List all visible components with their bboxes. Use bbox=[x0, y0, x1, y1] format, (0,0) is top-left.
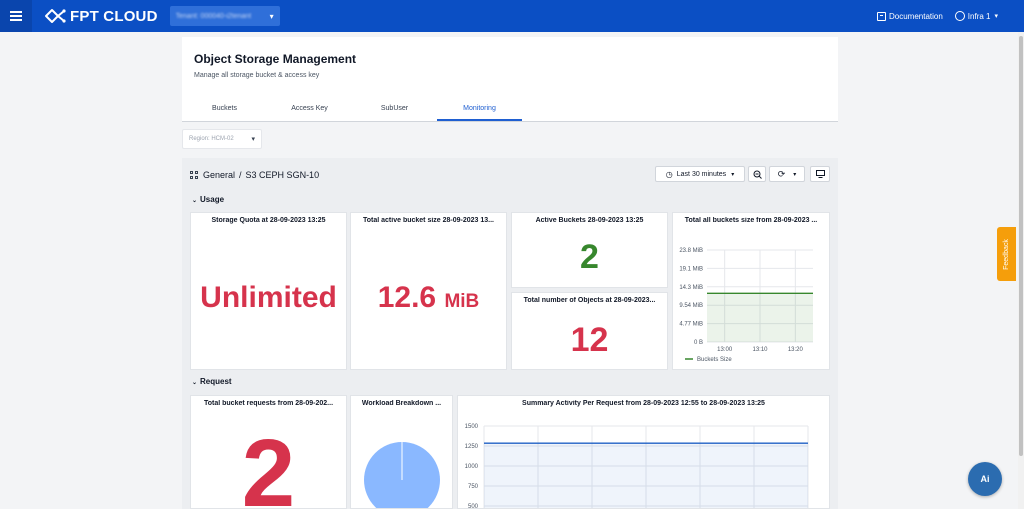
storage-quota-value: Unlimited bbox=[200, 281, 337, 314]
usage-section-label: Usage bbox=[200, 195, 225, 204]
bucket-requests-value: 2 bbox=[241, 420, 296, 509]
summary-activity-chart: 1500 1250 1000 750 500 bbox=[465, 424, 809, 509]
chevron-down-icon: ▾ bbox=[994, 13, 998, 20]
y-tick-label: 1000 bbox=[465, 464, 479, 470]
zoom-out-icon bbox=[753, 170, 762, 179]
scrollbar-thumb[interactable] bbox=[1019, 36, 1023, 456]
panel-title: Total number of Objects at 28-09-2023... bbox=[523, 297, 656, 304]
y-tick-label: 14.3 MiB bbox=[679, 285, 703, 291]
fpt-cloud-logo-icon bbox=[45, 9, 66, 23]
breadcrumb-separator: / bbox=[239, 170, 242, 180]
active-bucket-size-unit: MiB bbox=[444, 291, 480, 312]
page-scrollbar[interactable] bbox=[1018, 32, 1024, 509]
request-section-label: Request bbox=[200, 377, 232, 386]
series-area bbox=[484, 443, 808, 508]
panel-title: Active Buckets 28-09-2023 13:25 bbox=[535, 217, 644, 224]
brand-name: FPT CLOUD bbox=[70, 7, 158, 25]
active-buckets-panel[interactable]: Active Buckets 28-09-2023 13:25 2 bbox=[511, 212, 668, 288]
summary-activity-panel[interactable]: Summary Activity Per Request from 28-09-… bbox=[457, 395, 830, 509]
tv-mode-button[interactable] bbox=[810, 166, 830, 182]
clock-icon: ◷ bbox=[665, 169, 673, 179]
chevron-down-icon: ▾ bbox=[793, 171, 797, 178]
panel-title: Total active bucket size 28-09-2023 13..… bbox=[363, 217, 494, 224]
time-range-picker[interactable]: ◷ Last 30 minutes ▾ bbox=[655, 166, 745, 182]
y-tick-label: 9.54 MiB bbox=[679, 303, 703, 309]
y-tick-label: 23.8 MiB bbox=[679, 248, 703, 254]
page-title: Object Storage Management bbox=[194, 52, 357, 66]
active-bucket-size-panel[interactable]: Total active bucket size 28-09-2023 13..… bbox=[350, 212, 507, 370]
series-area bbox=[707, 293, 813, 342]
refresh-icon: ⟳ bbox=[777, 168, 786, 179]
monitor-icon bbox=[815, 170, 825, 178]
chevron-down-icon: ⌄ bbox=[192, 198, 198, 204]
region-select[interactable]: Region: HCM-02 ▾ bbox=[182, 129, 262, 149]
tenant-selector[interactable]: Tenant: 000040-i2tenant ▾ bbox=[169, 6, 280, 26]
chevron-down-icon: ▾ bbox=[731, 171, 735, 178]
chevron-down-icon: ▾ bbox=[251, 136, 255, 143]
bucket-size-chart: 23.8 MiB 19.1 MiB 14.3 MiB 9.54 MiB 4.77 MiB… bbox=[679, 248, 813, 363]
workload-pie-chart: 100% bbox=[364, 442, 440, 508]
zoom-out-button[interactable] bbox=[748, 166, 766, 182]
bucket-size-chart-panel[interactable]: Total all buckets size from 28-09-2023 .… bbox=[672, 212, 830, 370]
documentation-label: Documentation bbox=[888, 11, 943, 21]
user-account-icon bbox=[954, 11, 965, 21]
total-objects-value: 12 bbox=[570, 321, 609, 359]
bucket-requests-panel[interactable]: Total bucket requests from 28-09-202... … bbox=[190, 395, 347, 509]
document-icon bbox=[876, 11, 886, 21]
user-name: Infra 1 bbox=[967, 11, 991, 21]
region-value: Region: HCM-02 bbox=[189, 136, 234, 142]
panel-title: Storage Quota at 28-09-2023 13:25 bbox=[211, 217, 326, 224]
feedback-label: Feedback bbox=[1003, 238, 1010, 270]
page-header-card: Object Storage Management Manage all sto… bbox=[182, 37, 838, 122]
feedback-tab[interactable]: Feedback bbox=[997, 227, 1016, 281]
active-bucket-size-stat: 12.6 MiB bbox=[351, 281, 506, 315]
tab-monitoring[interactable]: Monitoring bbox=[437, 97, 522, 121]
y-tick-label: 1500 bbox=[465, 424, 479, 430]
refresh-button[interactable]: ⟳ ▾ bbox=[769, 166, 805, 182]
legend-label: Buckets Size bbox=[697, 357, 732, 363]
time-range-value: Last 30 minutes bbox=[676, 170, 727, 178]
user-menu[interactable]: Infra 1 ▾ bbox=[954, 11, 998, 21]
active-bucket-size-value: 12.6 bbox=[377, 281, 437, 314]
brand-logo[interactable]: FPT CLOUD bbox=[44, 8, 158, 25]
y-tick-label: 19.1 MiB bbox=[679, 266, 703, 272]
topbar-actions: Documentation Infra 1 ▾ bbox=[865, 0, 998, 32]
workload-breakdown-panel[interactable]: Workload Breakdown ... 100% bbox=[350, 395, 453, 509]
y-tick-label: 4.77 MiB bbox=[679, 322, 703, 328]
tenant-value: Tenant: 000040-i2tenant bbox=[175, 12, 252, 20]
y-tick-label: 750 bbox=[468, 484, 479, 490]
storage-quota-panel[interactable]: Storage Quota at 28-09-2023 13:25 Unlimi… bbox=[190, 212, 347, 370]
panel-title: Total bucket requests from 28-09-202... bbox=[203, 400, 334, 407]
x-tick-label: 13:20 bbox=[788, 347, 804, 353]
page-subtitle: Manage all storage bucket & access key bbox=[194, 72, 320, 79]
tab-buckets[interactable]: Buckets bbox=[182, 97, 267, 121]
top-navigation-bar: FPT CLOUD Tenant: 000040-i2tenant ▾ Docu… bbox=[0, 0, 1024, 32]
hamburger-menu-button[interactable] bbox=[0, 0, 32, 32]
active-buckets-value: 2 bbox=[580, 238, 599, 276]
y-tick-label: 1250 bbox=[465, 444, 479, 450]
monitoring-dashboard: General / S3 CEPH SGN-10 ◷ Last 30 minut… bbox=[182, 158, 838, 509]
y-tick-label: 500 bbox=[468, 504, 479, 509]
dashboard-grid-icon bbox=[190, 171, 198, 179]
dashboard-breadcrumb: General / S3 CEPH SGN-10 bbox=[190, 170, 319, 180]
documentation-link[interactable]: Documentation bbox=[876, 11, 943, 21]
total-objects-panel[interactable]: Total number of Objects at 28-09-2023...… bbox=[511, 292, 668, 370]
tab-subuser[interactable]: SubUser bbox=[352, 97, 437, 121]
tabs-divider bbox=[182, 121, 838, 122]
x-tick-label: 13:10 bbox=[752, 347, 768, 353]
chevron-down-icon: ⌄ bbox=[192, 380, 198, 386]
y-tick-label: 0 B bbox=[694, 340, 703, 346]
request-section-header[interactable]: ⌄ Request bbox=[192, 377, 232, 386]
chevron-down-icon: ▾ bbox=[269, 11, 274, 21]
usage-section-header[interactable]: ⌄ Usage bbox=[192, 195, 224, 204]
x-tick-label: 13:00 bbox=[717, 347, 733, 353]
ai-assistant-icon: Ai bbox=[980, 474, 990, 484]
ai-assistant-button[interactable]: Ai bbox=[968, 462, 1002, 496]
breadcrumb-dashboard-name[interactable]: S3 CEPH SGN-10 bbox=[246, 170, 320, 180]
tab-access-key[interactable]: Access Key bbox=[267, 97, 352, 121]
menu-icon bbox=[10, 15, 22, 17]
breadcrumb-general[interactable]: General bbox=[203, 170, 235, 180]
